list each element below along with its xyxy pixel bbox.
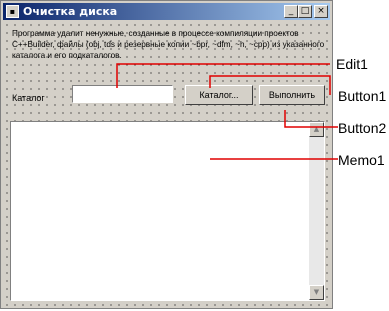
memo1-annotation: Memo1 xyxy=(338,152,385,168)
edit1-annotation: Edit1 xyxy=(336,56,368,72)
button1-annotation: Button1 xyxy=(338,88,387,104)
button2-annotation: Button2 xyxy=(338,120,387,136)
annotation-lines xyxy=(116,63,338,160)
button2-pointer-line xyxy=(284,110,338,128)
button1-pointer-line xyxy=(209,75,331,95)
